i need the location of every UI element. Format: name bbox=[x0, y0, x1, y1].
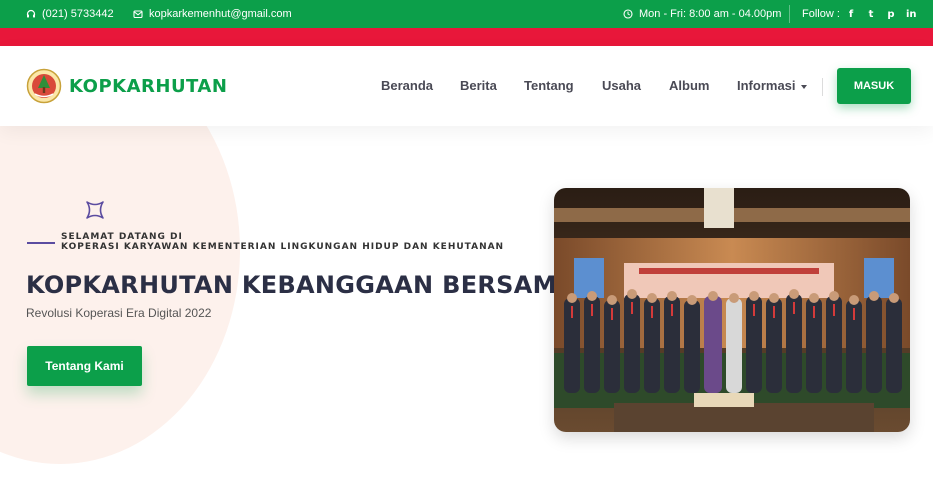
email-contact[interactable]: kopkarkemenhut@gmail.com bbox=[133, 0, 292, 28]
welcome-accent-line bbox=[27, 242, 55, 244]
divider bbox=[789, 5, 790, 23]
main-navbar: KOPKARHUTAN Beranda Berita Tentang Usaha… bbox=[0, 46, 933, 126]
nav-item-usaha[interactable]: Usaha bbox=[602, 78, 641, 93]
red-accent-bar bbox=[0, 28, 933, 46]
nav-item-album[interactable]: Album bbox=[669, 78, 709, 93]
group-photo bbox=[554, 188, 910, 432]
welcome-line-1: SELAMAT DATANG DI bbox=[61, 232, 183, 242]
clock-icon bbox=[623, 9, 633, 19]
facebook-icon[interactable]: f bbox=[846, 9, 856, 20]
nav-item-tentang[interactable]: Tentang bbox=[524, 78, 574, 93]
brand-name[interactable]: KOPKARHUTAN bbox=[69, 76, 227, 97]
twitter-icon[interactable]: t bbox=[866, 9, 876, 20]
hero-subtitle: Revolusi Koperasi Era Digital 2022 bbox=[26, 306, 212, 320]
pinterest-icon[interactable]: p bbox=[886, 9, 896, 20]
welcome-text: SELAMAT DATANG DI KOPERASI KARYAWAN KEME… bbox=[61, 232, 504, 252]
hero-section: SELAMAT DATANG DI KOPERASI KARYAWAN KEME… bbox=[0, 126, 933, 494]
email-address: kopkarkemenhut@gmail.com bbox=[149, 8, 292, 20]
follow-label: Follow : bbox=[802, 0, 840, 28]
nav-item-berita[interactable]: Berita bbox=[460, 78, 497, 93]
hours-text: Mon - Fri: 8:00 am - 04.00pm bbox=[639, 8, 782, 20]
nav-item-beranda[interactable]: Beranda bbox=[381, 78, 433, 93]
follow-text: Follow : bbox=[802, 8, 840, 20]
caret-down-icon bbox=[800, 84, 807, 89]
phone-contact[interactable]: (021) 5733442 bbox=[26, 0, 114, 28]
hero-headline: KOPKARHUTAN KEBANGGAAN BERSAMA bbox=[26, 271, 576, 299]
nav-divider bbox=[822, 78, 823, 96]
nav-item-informasi[interactable]: Informasi bbox=[737, 78, 807, 93]
nav-item-informasi-label: Informasi bbox=[737, 78, 796, 93]
group-photo-image bbox=[554, 188, 910, 432]
mail-icon bbox=[133, 10, 143, 19]
kopkarhutan-logo[interactable] bbox=[26, 68, 62, 104]
welcome-line-2: KOPERASI KARYAWAN KEMENTERIAN LINGKUNGAN… bbox=[61, 242, 505, 252]
sparkle-icon bbox=[86, 201, 104, 219]
login-button[interactable]: MASUK bbox=[837, 68, 911, 104]
headset-icon bbox=[26, 9, 36, 18]
phone-number: (021) 5733442 bbox=[42, 8, 114, 20]
about-us-button[interactable]: Tentang Kami bbox=[27, 346, 142, 386]
linkedin-icon[interactable]: in bbox=[906, 9, 917, 20]
office-hours: Mon - Fri: 8:00 am - 04.00pm bbox=[623, 0, 781, 28]
top-info-bar: (021) 5733442 kopkarkemenhut@gmail.com M… bbox=[0, 0, 933, 28]
social-links: f t p in bbox=[846, 0, 917, 28]
